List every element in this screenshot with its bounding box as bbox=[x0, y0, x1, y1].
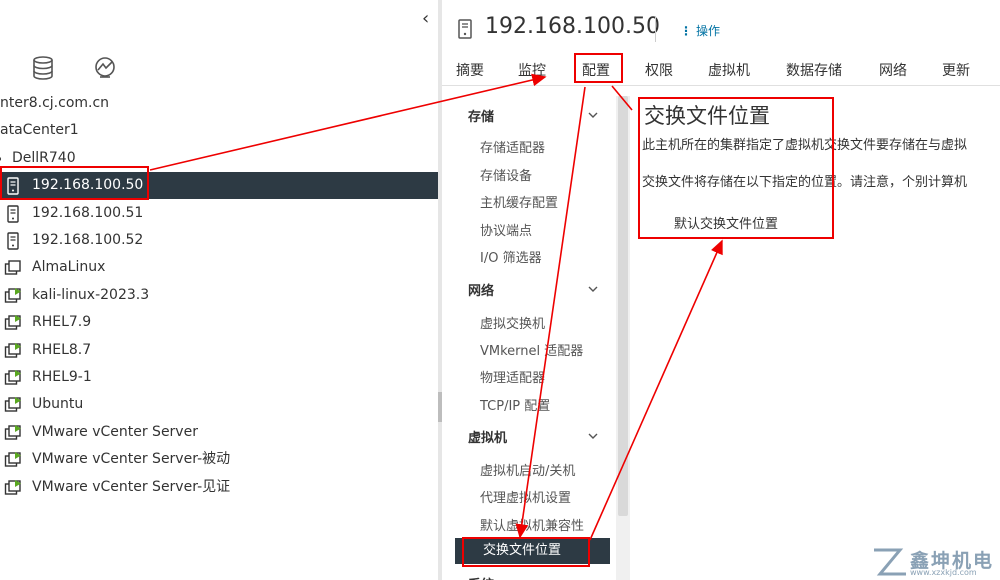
tree-node-label: nter8.cj.com.cn bbox=[0, 95, 110, 111]
vm-running-icon bbox=[4, 452, 21, 467]
vm-running-icon bbox=[4, 315, 21, 330]
tab-updates[interactable]: 更新 bbox=[942, 60, 970, 80]
tree-node-label: VMware vCenter Server bbox=[32, 423, 198, 440]
nav-group-networking[interactable]: 网络 bbox=[468, 280, 494, 299]
annotation-box bbox=[574, 53, 623, 83]
tab-networks[interactable]: 网络 bbox=[879, 60, 907, 80]
nav-item-host-cache[interactable]: 主机缓存配置 bbox=[480, 192, 558, 211]
vm-running-icon bbox=[4, 342, 21, 358]
vm-running-icon bbox=[4, 397, 21, 413]
tree-node-label: 192.168.100.51 bbox=[32, 204, 144, 221]
tree-node[interactable]: VMware vCenter Server-被动 bbox=[0, 446, 438, 473]
title-divider bbox=[655, 16, 656, 42]
detail-panel: 192.168.100.50 ⋮ 操作 摘要 监控 配置 权限 虚拟机 数据存储 … bbox=[442, 0, 1000, 580]
tab-bar-divider bbox=[442, 85, 1000, 86]
chevron-down-icon[interactable] bbox=[588, 110, 598, 120]
nav-item-agent-vm[interactable]: 代理虚拟机设置 bbox=[480, 487, 571, 506]
tree-node[interactable]: RHEL7.9 bbox=[0, 309, 438, 336]
tree-node[interactable]: 192.168.100.52 bbox=[0, 227, 438, 254]
nav-group-storage[interactable]: 存储 bbox=[468, 106, 494, 125]
tab-monitor[interactable]: 监控 bbox=[518, 60, 546, 80]
tree-node-label: ataCenter1 bbox=[0, 122, 79, 139]
tree-node-label: RHEL9-1 bbox=[32, 369, 92, 385]
tab-vms[interactable]: 虚拟机 bbox=[708, 60, 750, 80]
tree-node-label: 192.168.100.52 bbox=[32, 232, 144, 248]
vm-running-icon bbox=[4, 479, 21, 495]
network-icon[interactable] bbox=[92, 55, 118, 81]
tree-node-label: kali-linux-2023.3 bbox=[32, 286, 150, 303]
nav-item-default-compat[interactable]: 默认虚拟机兼容性 bbox=[480, 515, 584, 534]
annotation-box bbox=[462, 537, 590, 567]
actions-menu-button[interactable]: ⋮ 操作 bbox=[680, 22, 720, 39]
tree-node-label: RHEL7.9 bbox=[32, 314, 92, 331]
host-icon bbox=[7, 204, 19, 223]
tree-node[interactable]: 192.168.100.51 bbox=[0, 200, 438, 227]
tab-datastores[interactable]: 数据存储 bbox=[786, 60, 842, 80]
vm-running-icon bbox=[4, 370, 21, 385]
tree-node-label: Ubuntu bbox=[32, 396, 84, 413]
vm-icon bbox=[4, 260, 21, 276]
annotation-box bbox=[638, 97, 834, 239]
chevron-down-icon[interactable] bbox=[588, 431, 598, 441]
annotation-box bbox=[0, 166, 149, 200]
nav-item-tcpip-config[interactable]: TCP/IP 配置 bbox=[480, 395, 550, 414]
nav-item-virtual-switches[interactable]: 虚拟交换机 bbox=[480, 313, 545, 332]
nav-item-vmkernel-adapters[interactable]: VMkernel 适配器 bbox=[480, 340, 583, 359]
nav-group-vms[interactable]: 虚拟机 bbox=[468, 427, 507, 446]
tree-node-label: AlmaLinux bbox=[32, 259, 106, 276]
tree-node-label: RHEL8.7 bbox=[32, 341, 92, 358]
nav-item-protocol-endpoints[interactable]: 协议端点 bbox=[480, 220, 532, 239]
inventory-panel: ‹ nter8.cj.com.cn ataCenter1 DellR740 192.1… bbox=[0, 0, 442, 580]
tree-node[interactable]: kali-linux-2023.3 bbox=[0, 282, 438, 309]
tree-node-label: VMware vCenter Server-见证 bbox=[32, 478, 231, 495]
nav-item-physical-adapters[interactable]: 物理适配器 bbox=[480, 367, 545, 386]
tree-node[interactable]: AlmaLinux bbox=[0, 254, 438, 281]
host-icon bbox=[458, 19, 472, 39]
nav-item-storage-adapters[interactable]: 存储适配器 bbox=[480, 137, 545, 156]
tree-node[interactable]: ataCenter1 bbox=[0, 117, 438, 144]
nav-item-vm-startup[interactable]: 虚拟机启动/关机 bbox=[480, 460, 575, 479]
database-icon[interactable] bbox=[30, 55, 56, 81]
nav-item-io-filters[interactable]: I/O 筛选器 bbox=[480, 247, 542, 266]
actions-label: 操作 bbox=[696, 24, 721, 38]
chevron-left-icon[interactable]: ‹ bbox=[422, 8, 429, 29]
tree-node[interactable]: Ubuntu bbox=[0, 391, 438, 418]
watermark-url: www.xzxkjd.com bbox=[910, 568, 977, 577]
more-vertical-icon: ⋮ bbox=[680, 24, 692, 38]
nav-scrollbar[interactable] bbox=[616, 96, 630, 580]
tree-node[interactable]: VMware vCenter Server bbox=[0, 419, 438, 446]
chevron-down-icon[interactable] bbox=[588, 284, 598, 294]
configure-nav: 存储 存储适配器 存储设备 主机缓存配置 协议端点 I/O 筛选器 网络 虚拟交… bbox=[442, 96, 612, 580]
tree-node[interactable]: VMware vCenter Server-见证 bbox=[0, 474, 438, 501]
tree-node[interactable]: RHEL9-1 bbox=[0, 364, 438, 391]
tree-node[interactable]: nter8.cj.com.cn bbox=[0, 90, 438, 117]
vm-running-icon bbox=[4, 424, 21, 440]
tree-node-label: VMware vCenter Server-被动 bbox=[32, 451, 231, 468]
tree-node[interactable]: RHEL8.7 bbox=[0, 337, 438, 364]
host-icon bbox=[7, 232, 19, 250]
tab-permissions[interactable]: 权限 bbox=[645, 60, 673, 80]
nav-group-system[interactable]: 系统 bbox=[468, 574, 494, 580]
vsphere-client: ‹ nter8.cj.com.cn ataCenter1 DellR740 192.1… bbox=[0, 0, 1000, 580]
vm-running-icon bbox=[4, 287, 21, 303]
nav-item-storage-devices[interactable]: 存储设备 bbox=[480, 165, 532, 184]
page-title: 192.168.100.50 bbox=[485, 14, 660, 39]
tab-summary[interactable]: 摘要 bbox=[456, 60, 484, 80]
